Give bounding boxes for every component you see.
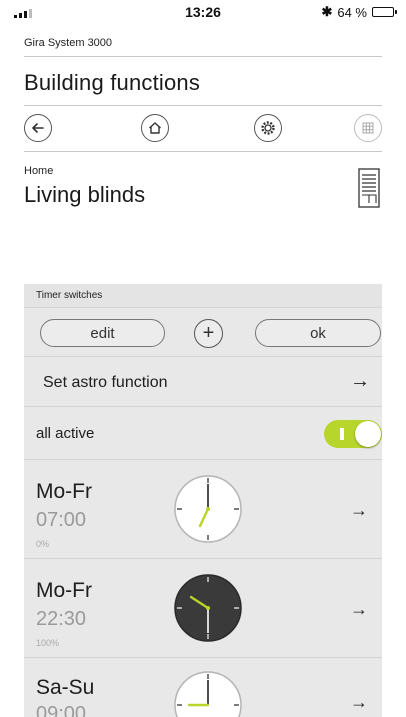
app-name: Gira System 3000 bbox=[24, 37, 113, 49]
divider bbox=[24, 105, 382, 106]
arrow-right-icon: → bbox=[350, 500, 368, 520]
timer-row[interactable]: Mo-Fr 22:30 100% → bbox=[24, 558, 382, 657]
timer-row[interactable]: Sa-Su 09:00 → bbox=[24, 657, 382, 717]
ok-button[interactable]: ok bbox=[255, 319, 381, 347]
divider bbox=[24, 151, 382, 152]
all-active-row: all active bbox=[24, 406, 382, 459]
timer-switches-header: Timer switches bbox=[24, 284, 382, 307]
arrow-right-icon: → bbox=[350, 599, 368, 619]
timer-time: 07:00 bbox=[36, 509, 87, 531]
clock-icon bbox=[174, 475, 242, 543]
timer-days: Mo-Fr bbox=[36, 579, 92, 602]
gear-icon bbox=[261, 121, 275, 135]
astro-function-row[interactable]: Set astro function → bbox=[24, 356, 382, 406]
battery-icon bbox=[372, 7, 397, 17]
battery-percent: 64 % bbox=[337, 4, 367, 20]
device-title: Living blinds bbox=[24, 182, 146, 207]
status-bar: 13:26 ✱ 64 % bbox=[0, 0, 406, 24]
bluetooth-icon: ✱ bbox=[321, 4, 333, 19]
timer-time: 22:30 bbox=[36, 608, 87, 630]
page-title: Building functions bbox=[24, 70, 201, 95]
timer-days: Mo-Fr bbox=[36, 480, 92, 503]
timer-action-row: edit + ok bbox=[24, 307, 382, 355]
arrow-left-icon bbox=[32, 123, 44, 133]
home-button[interactable] bbox=[141, 114, 169, 142]
timer-time: 09:00 bbox=[36, 703, 87, 717]
clock-icon bbox=[174, 574, 242, 642]
timer-value: 0% bbox=[36, 539, 50, 549]
nav-bar bbox=[24, 112, 382, 144]
timer-days: Sa-Su bbox=[36, 676, 95, 699]
settings-button[interactable] bbox=[254, 114, 282, 142]
edit-button[interactable]: edit bbox=[40, 319, 165, 347]
clock-icon bbox=[174, 671, 242, 717]
status-right: ✱ 64 % bbox=[321, 4, 397, 20]
astro-function-label: Set astro function bbox=[43, 374, 168, 391]
breadcrumb[interactable]: Home bbox=[24, 165, 53, 177]
add-timer-button[interactable]: + bbox=[194, 319, 223, 348]
blind-icon bbox=[358, 168, 380, 208]
timer-switches-panel: Timer switches edit + ok Set astro funct… bbox=[24, 284, 382, 717]
home-icon bbox=[149, 122, 161, 134]
grid-button[interactable] bbox=[354, 114, 382, 142]
grid-icon bbox=[362, 122, 374, 134]
arrow-right-icon: → bbox=[350, 692, 368, 712]
timer-value: 100% bbox=[36, 638, 60, 648]
timer-row[interactable]: Mo-Fr 07:00 0% → bbox=[24, 459, 382, 558]
all-active-label: all active bbox=[36, 425, 95, 442]
divider bbox=[24, 56, 382, 57]
all-active-toggle[interactable] bbox=[324, 420, 382, 448]
arrow-right-icon: → bbox=[350, 370, 370, 392]
back-button[interactable] bbox=[24, 114, 52, 142]
